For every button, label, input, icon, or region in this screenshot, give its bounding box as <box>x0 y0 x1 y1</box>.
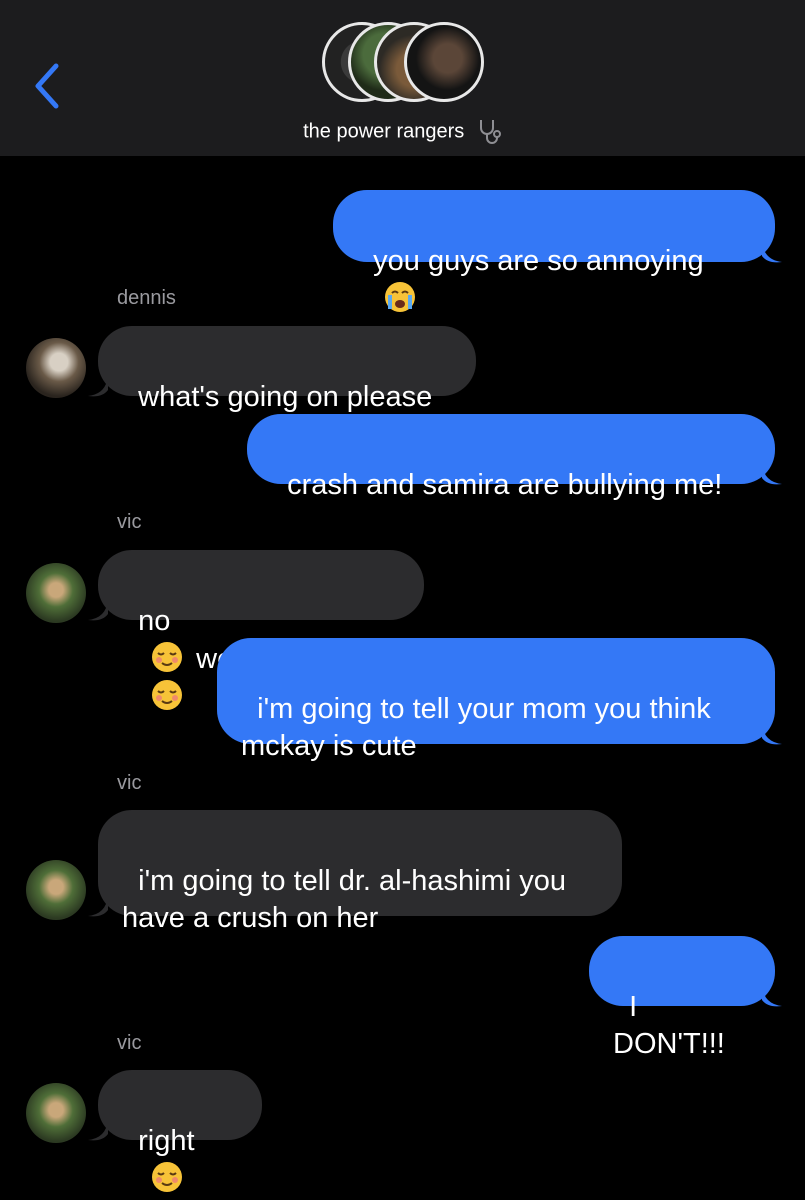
message-text: no <box>138 605 171 637</box>
message-text: right <box>138 1125 195 1157</box>
avatar[interactable] <box>26 860 86 920</box>
sender-label: vic <box>117 772 142 794</box>
sent-message[interactable]: i'm going to tell your mom you think mck… <box>217 638 775 762</box>
message-text: i'm going to tell your mom you think mck… <box>241 693 711 762</box>
bubble-tail <box>762 464 782 485</box>
received-message[interactable]: what's going on please <box>98 326 476 413</box>
crying-face-emoji <box>385 282 416 312</box>
group-avatar <box>404 22 484 102</box>
bubble-tail <box>88 376 108 397</box>
bubble-tail <box>88 896 108 917</box>
bubble-tail <box>88 600 108 621</box>
avatar[interactable] <box>26 338 86 398</box>
sent-message[interactable]: crash and samira are bullying me! <box>247 414 775 501</box>
conversation-title[interactable]: the power rangers <box>0 118 805 146</box>
bubble-tail <box>762 724 782 745</box>
bubble-tail <box>88 1120 108 1141</box>
sent-message[interactable]: I DON'T!!! <box>589 936 775 1060</box>
message-text: I DON'T!!! <box>613 991 725 1060</box>
avatar[interactable] <box>26 1083 86 1143</box>
back-button[interactable] <box>28 62 68 110</box>
sender-label: dennis <box>117 287 176 309</box>
smiling-face-emoji <box>152 1162 183 1192</box>
message-text: crash and samira are bullying me! <box>287 469 723 501</box>
message-text: i'm going to tell dr. al-hashimi you hav… <box>122 865 566 934</box>
smiling-face-emoji <box>152 642 183 672</box>
stethoscope-icon <box>479 120 501 144</box>
sender-label: vic <box>117 1032 142 1054</box>
received-message[interactable]: i'm going to tell dr. al-hashimi you hav… <box>98 810 622 934</box>
chevron-left-icon <box>35 63 59 109</box>
message-text: you guys are so annoying <box>373 245 704 277</box>
sender-label: vic <box>117 511 142 533</box>
received-message[interactable]: right <box>98 1070 262 1192</box>
bubble-tail <box>762 986 782 1007</box>
sent-message[interactable]: you guys are so annoying <box>333 190 775 312</box>
avatar[interactable] <box>26 563 86 623</box>
group-name: the power rangers <box>303 120 465 143</box>
message-text: what's going on please <box>138 381 433 413</box>
received-message[interactable]: no we're not <box>98 550 424 710</box>
bubble-tail <box>762 242 782 263</box>
smiling-face-emoji <box>152 680 183 710</box>
group-avatar-stack[interactable] <box>322 22 484 106</box>
conversation-header: the power rangers <box>0 0 805 156</box>
